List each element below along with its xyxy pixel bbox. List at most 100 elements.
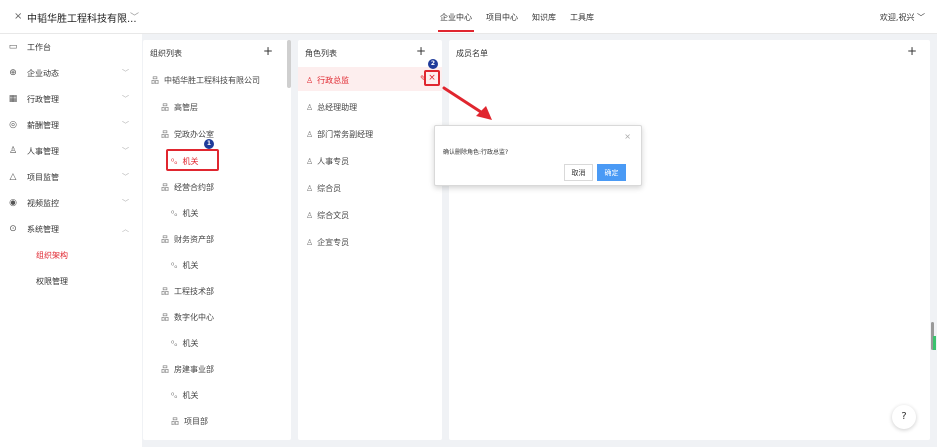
sidebar-item-label: 工作台 [27,42,51,52]
dialog-message: 确认删除角色:行政总监? [443,149,509,156]
role-item[interactable]: ♙ 人事专员 [306,151,349,171]
chevron-down-icon: ﹀ [122,69,129,77]
org-tree-item[interactable]: 品房建事业部 [161,359,214,379]
people-icon: ♙ [8,146,18,156]
sidebar-item-label: 企业动态 [27,68,59,78]
role-item[interactable]: ♙ 综合员 [306,178,341,198]
arrow-line [442,86,486,116]
chevron-down-icon[interactable]: ﹀ [130,10,139,23]
sidebar-item-video-monitor[interactable]: ◉ 视频监控 ﹀ [0,190,142,216]
user-icon: ♙ [306,210,314,220]
org-tree-item[interactable]: 品工程技术部 [161,281,214,301]
org-tree-icon: 品 [161,234,169,244]
annotation-badge-2: 2 [428,59,438,69]
nav-enterprise-center[interactable]: 企业中心 [438,12,474,32]
sidebar-item-hr[interactable]: ♙ 人事管理 ﹀ [0,138,142,164]
sidebar-item-payroll[interactable]: ◎ 薪酬管理 ﹀ [0,112,142,138]
side-indicator [933,336,936,350]
org-tree-item[interactable]: ⁰ₒ 机关 [171,385,199,405]
delete-role-icon[interactable]: × [424,70,440,86]
org-tree-item[interactable]: 品经营合约部 [161,177,214,197]
user-icon: ♙ [306,75,314,85]
sidebar-item-label: 行政管理 [27,94,59,104]
org-tree-icon: 品 [161,286,169,296]
org-tree-icon: 品 [171,416,179,426]
nav-project-center[interactable]: 项目中心 [486,12,518,32]
role-item-selected[interactable]: ♙ 行政总监 [306,70,349,90]
globe-icon: ⊕ [9,68,17,78]
org-tree-item[interactable]: ⁰ₒ 机关 [171,333,199,353]
top-nav: 企业中心 项目中心 知识库 工具库 [438,12,594,32]
chevron-down-icon: ﹀ [122,121,129,129]
sidebar-item-label: 视频监控 [27,198,59,208]
node-icon: ⁰ₒ [171,390,178,400]
annotation-arrow [442,86,492,120]
node-icon: ⁰ₒ [171,208,178,218]
role-item[interactable]: ♙ 总经理助理 [306,97,357,117]
confirm-delete-dialog: × 确认删除角色:行政总监? 取消 确定 [434,125,642,186]
sidebar-subitem-label: 权限管理 [36,276,68,286]
role-item[interactable]: ♙ 综合文员 [306,205,349,225]
org-tree-item[interactable]: ⁰ₒ 机关 [171,255,199,275]
help-button[interactable]: ? [892,405,916,429]
confirm-button[interactable]: 确定 [597,164,626,181]
org-tree-icon: 品 [161,182,169,192]
org-tree-item[interactable]: 品中韬华胜工程科技有限公司 [151,70,260,90]
org-tree-icon: 品 [161,102,169,112]
sidebar-item-project-supervision[interactable]: △ 项目监管 ﹀ [0,164,142,190]
chevron-down-icon: ﹀ [122,199,129,207]
user-icon: ♙ [306,237,314,247]
org-list-title: 组织列表 [150,49,182,58]
user-menu[interactable]: 欢迎,祝兴 ﹀ [880,12,925,23]
org-list-scrollbar[interactable] [287,40,291,88]
role-item[interactable]: ♙ 企宣专员 [306,232,349,252]
sidebar-item-label: 系统管理 [27,224,59,234]
sidebar: ▭ 工作台 ⊕ 企业动态 ﹀ ▦ 行政管理 ﹀ ◎ 薪酬管理 ﹀ ♙ 人事管理 … [0,34,142,447]
member-list-panel: 成员名单 + [449,40,930,440]
camera-icon: ◉ [9,198,17,208]
sidebar-item-label: 人事管理 [27,146,59,156]
money-icon: ◎ [9,120,17,130]
add-member-icon[interactable]: + [907,44,917,58]
user-icon: ♙ [306,183,314,193]
close-icon[interactable]: × [14,11,22,22]
chevron-down-icon: ﹀ [122,95,129,103]
nav-knowledge-base[interactable]: 知识库 [532,12,556,32]
chevron-down-icon: ﹀ [122,147,129,155]
member-list-title: 成员名单 [456,49,488,58]
org-tree-item[interactable]: 品财务资产部 [161,229,214,249]
user-icon: ♙ [306,102,314,112]
annotation-highlight-box [166,149,219,171]
sidebar-item-label: 薪酬管理 [27,120,59,130]
annotation-badge-1: 1 [204,139,214,149]
org-tree-item[interactable]: ⁰ₒ 机关 [171,203,199,223]
close-icon[interactable]: × [624,132,631,141]
user-icon: ♙ [306,156,314,166]
sidebar-item-workbench[interactable]: ▭ 工作台 [0,34,142,60]
chevron-down-icon: ﹀ [122,173,129,181]
node-icon: ⁰ₒ [171,338,178,348]
add-role-icon[interactable]: + [416,44,426,58]
node-icon: ⁰ₒ [171,260,178,270]
role-list-title: 角色列表 [305,49,337,58]
sidebar-item-system[interactable]: ⊙ 系统管理 ︿ [0,216,142,242]
cloud-icon: △ [9,172,17,182]
org-tree-icon: 品 [161,364,169,374]
chevron-up-icon: ︿ [122,225,129,233]
top-bar: × 中韬华胜工程科技有限... ﹀ 企业中心 项目中心 知识库 工具库 欢迎,祝… [0,0,937,34]
add-org-icon[interactable]: + [263,44,273,58]
monitor-icon: ▭ [8,42,18,52]
org-tree-icon: 品 [161,129,169,139]
org-tree-item[interactable]: 品高管层 [161,97,198,117]
sidebar-subitem-permissions[interactable]: 权限管理 [0,268,142,294]
cancel-button[interactable]: 取消 [564,164,593,181]
user-icon: ♙ [306,129,314,139]
role-item[interactable]: ♙ 部门常务副经理 [306,124,373,144]
org-tree-item[interactable]: 品项目部 [171,411,208,431]
company-selector[interactable]: 中韬华胜工程科技有限... [27,10,137,25]
sidebar-item-enterprise-news[interactable]: ⊕ 企业动态 ﹀ [0,60,142,86]
sidebar-item-admin[interactable]: ▦ 行政管理 ﹀ [0,86,142,112]
org-tree-item[interactable]: 品数字化中心 [161,307,214,327]
nav-tool-library[interactable]: 工具库 [570,12,594,32]
sidebar-subitem-org-structure[interactable]: 组织架构 [0,242,142,268]
